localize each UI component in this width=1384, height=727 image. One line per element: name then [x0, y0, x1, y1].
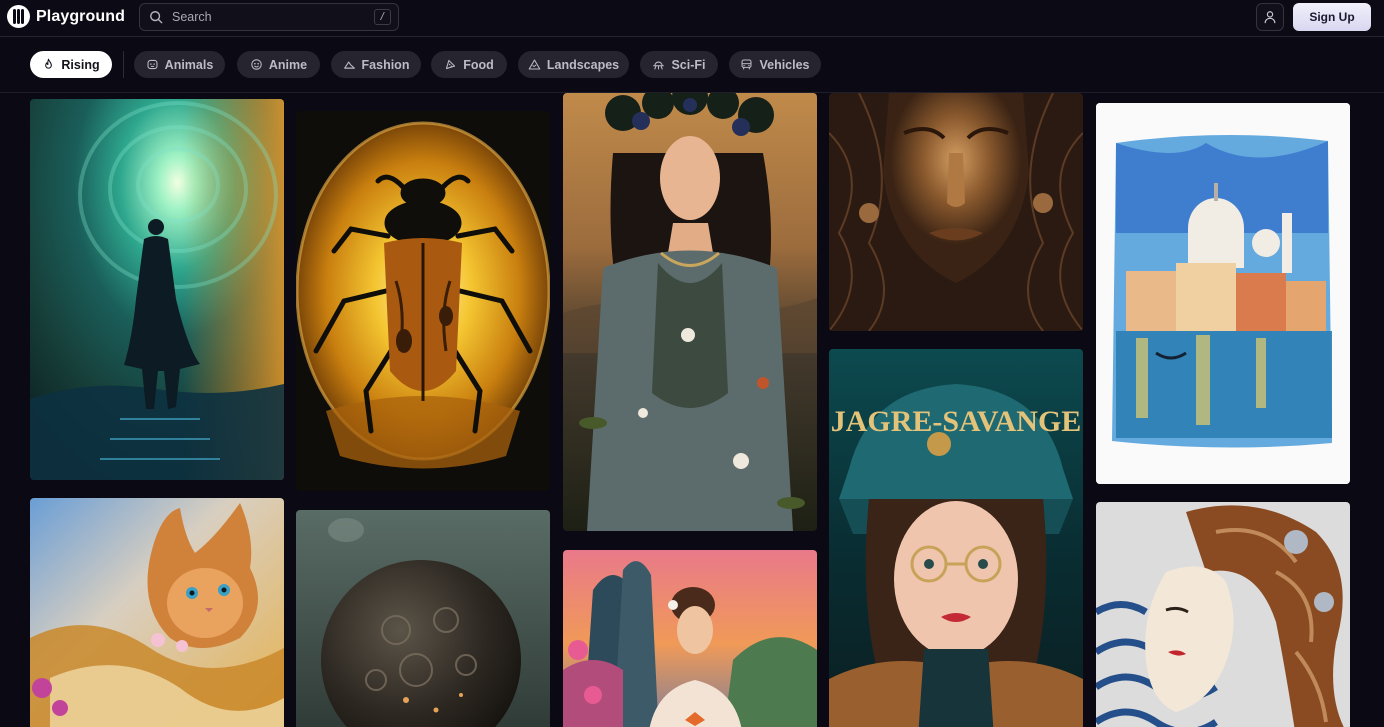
category-chip-fashion[interactable]: Fashion: [331, 51, 421, 78]
page-scrollbar[interactable]: [1378, 93, 1384, 727]
gallery-image-art-deco[interactable]: [1096, 502, 1350, 727]
top-bar: Playground / Sign Up: [0, 0, 1384, 37]
gallery-image-bronze-face[interactable]: [829, 93, 1083, 331]
search-icon: [150, 11, 163, 24]
image-bronze-face-sculpture: [829, 93, 1083, 331]
flame-icon: [45, 58, 53, 69]
category-label: Vehicles: [759, 57, 810, 72]
category-chip-sci-fi[interactable]: Sci-Fi: [640, 51, 718, 78]
category-chip-animals[interactable]: Animals: [134, 51, 225, 78]
search-box[interactable]: /: [139, 3, 399, 31]
category-label: Landscapes: [546, 57, 620, 72]
mountain-icon: [528, 59, 541, 70]
image-dark-sphere-planet: [296, 510, 550, 727]
category-chip-rising[interactable]: Rising: [30, 51, 112, 78]
gallery-image-kitten[interactable]: [30, 498, 284, 727]
image-fluffy-kitten: [30, 498, 284, 727]
scifi-icon: [653, 61, 665, 70]
image-caption-text: JAGRE-SAVANGE: [831, 405, 1082, 438]
category-label: Food: [463, 57, 494, 72]
image-art-deco-woman: [1096, 502, 1350, 727]
image-woman-portrait-sunset: [563, 550, 817, 727]
gallery-image-floral-woman[interactable]: [563, 93, 817, 531]
anime-icon: [251, 59, 262, 70]
food-icon: [446, 59, 456, 70]
category-label: Sci-Fi: [671, 57, 706, 72]
category-chip-anime[interactable]: Anime: [237, 51, 320, 78]
search-input[interactable]: [172, 10, 362, 24]
category-chip-food[interactable]: Food: [431, 51, 507, 78]
gallery-image-venice[interactable]: [1096, 103, 1350, 484]
animal-icon: [147, 59, 158, 70]
logo[interactable]: Playground: [7, 5, 125, 28]
category-chip-landscapes[interactable]: Landscapes: [518, 51, 629, 78]
gallery-image-beetle[interactable]: [296, 111, 550, 491]
category-divider: [123, 51, 124, 78]
gallery-image-woman-cap[interactable]: JAGRE-SAVANGE: [829, 349, 1083, 727]
gallery-image-man-in-tunnel[interactable]: [30, 99, 284, 480]
category-label: Anime: [268, 57, 308, 72]
image-gallery: JAGRE-SAVANGE: [0, 93, 1384, 727]
sign-up-button[interactable]: Sign Up: [1293, 3, 1371, 31]
playground-logo-icon: [7, 5, 30, 28]
image-woman-with-floral-crown: [563, 93, 817, 531]
image-woman-in-cap: JAGRE-SAVANGE: [829, 349, 1083, 727]
app-name: Playground: [36, 7, 126, 25]
gallery-image-sphere[interactable]: [296, 510, 550, 727]
category-chip-vehicles[interactable]: Vehicles: [729, 51, 821, 78]
category-label: Rising: [61, 57, 100, 72]
image-beetle-in-amber: [296, 111, 550, 491]
category-label: Animals: [164, 57, 214, 72]
fashion-icon: [343, 61, 355, 69]
vehicle-icon: [741, 59, 752, 70]
user-icon: [1264, 11, 1276, 24]
gallery-image-woman-sunset[interactable]: [563, 550, 817, 727]
image-venice-watercolor: [1096, 103, 1350, 484]
image-man-in-swirling-tunnel: [30, 99, 284, 480]
category-label: Fashion: [361, 57, 410, 72]
search-shortcut-hint: /: [374, 9, 391, 25]
user-account-button[interactable]: [1256, 3, 1284, 31]
